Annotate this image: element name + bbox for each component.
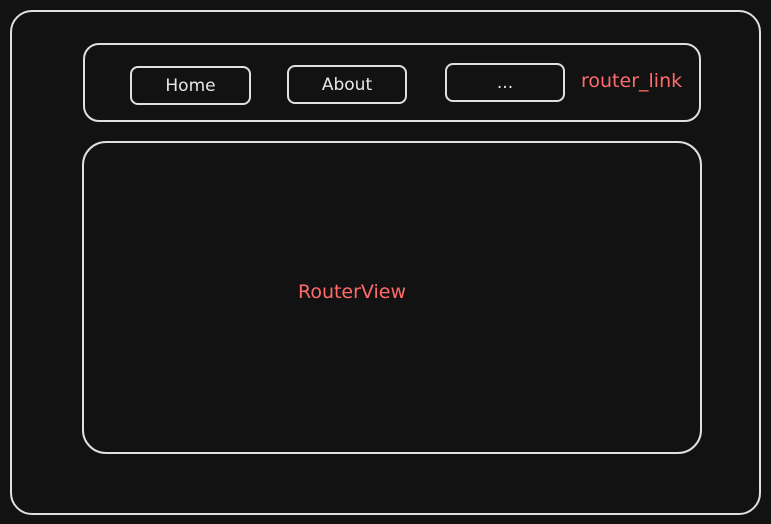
router-link-annotation: router_link <box>581 70 683 92</box>
router-view-label: RouterView <box>297 281 407 303</box>
nav-button-about[interactable]: About <box>287 65 407 104</box>
nav-button-home[interactable]: Home <box>130 66 251 105</box>
nav-button-more[interactable]: ... <box>445 63 565 102</box>
diagram-canvas: Home About ... router_link RouterView <box>0 0 771 524</box>
router-view-area: RouterView <box>82 141 702 454</box>
